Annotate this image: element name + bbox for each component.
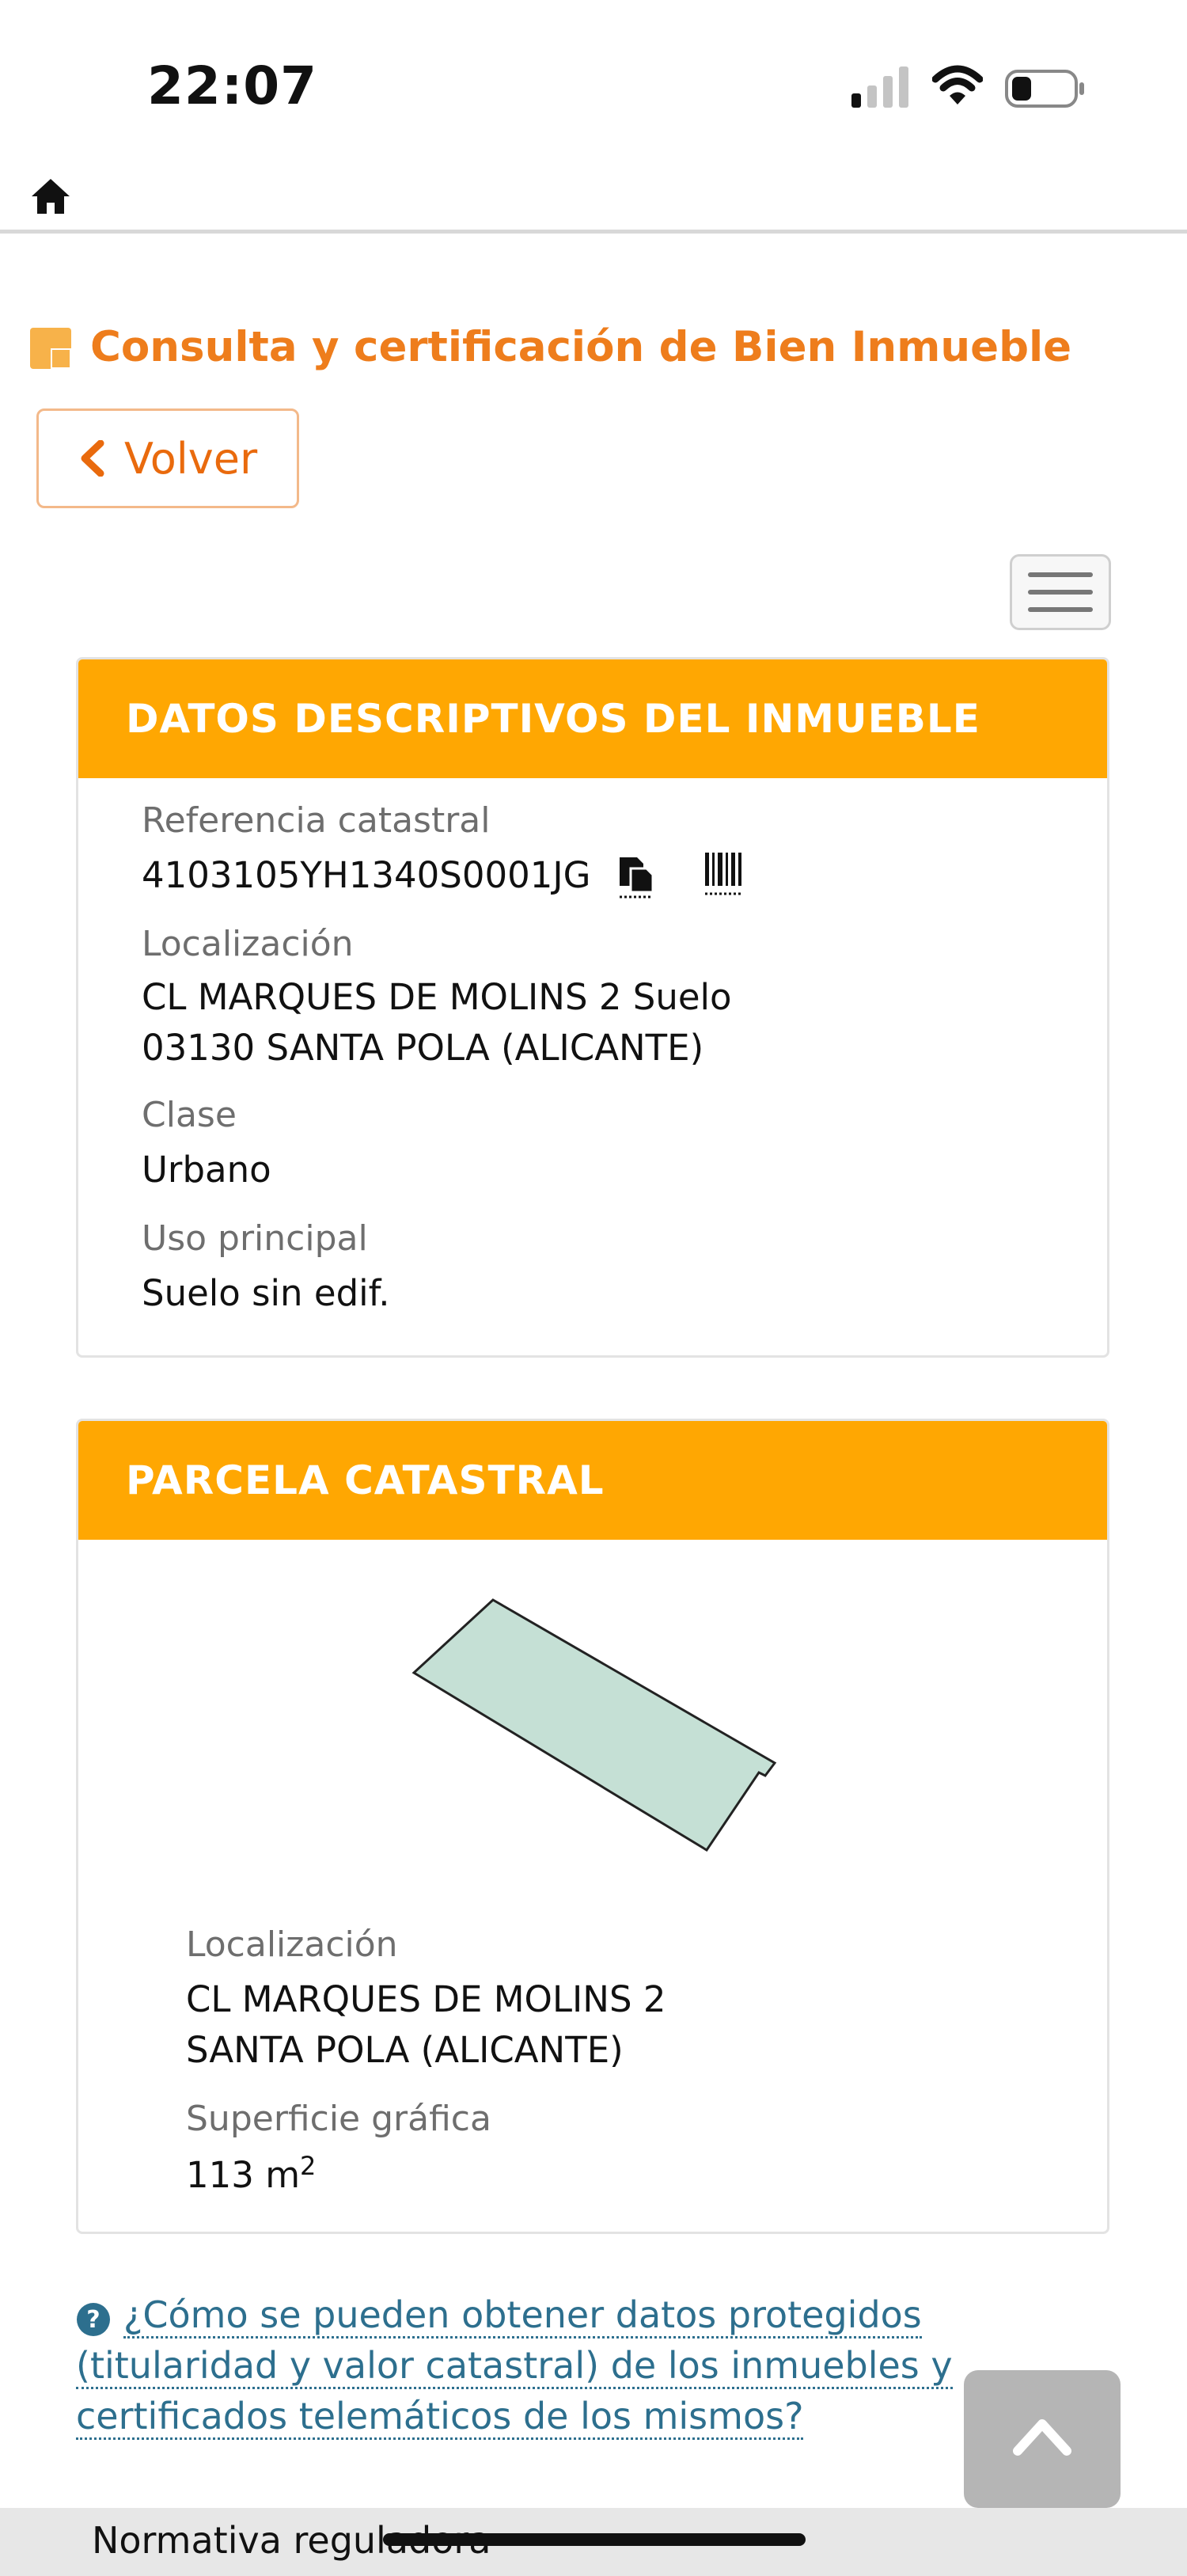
document-icon [30,328,71,369]
chevron-left-icon [81,440,104,477]
back-button-label: Volver [124,433,258,484]
back-button[interactable]: Volver [36,408,299,508]
class-label: Clase [142,1095,237,1135]
scroll-to-top-button[interactable] [964,2370,1121,2508]
battery-icon [1005,70,1084,108]
location-label: Localización [142,924,354,964]
cadastral-parcel-card: PARCELA CATASTRAL Localización CL MARQUE… [76,1419,1109,2234]
main-use-value: Suelo sin edif. [142,1272,390,1314]
descriptive-card-heading: DATOS DESCRIPTIVOS DEL INMUEBLE [78,659,1107,778]
status-time: 22:07 [147,55,318,116]
cadastral-ref-label: Referencia catastral [142,800,491,841]
home-indicator [383,2533,806,2546]
parcel-shape-map[interactable] [411,1587,791,1872]
hamburger-menu-button[interactable] [1010,554,1111,630]
page-title: Consulta y certificación de Bien Inmuebl… [90,323,1072,371]
location-line-1: CL MARQUES DE MOLINS 2 Suelo [142,976,732,1018]
class-value: Urbano [142,1149,271,1191]
main-use-label: Uso principal [142,1218,368,1259]
parcel-card-heading: PARCELA CATASTRAL [78,1421,1107,1540]
parcel-location-line-1: CL MARQUES DE MOLINS 2 [186,1978,666,2020]
cellular-signal-icon [851,66,908,108]
wifi-icon [932,65,983,104]
copy-icon[interactable] [616,854,656,899]
location-line-2: 03130 SANTA POLA (ALICANTE) [142,1027,704,1069]
home-icon[interactable] [30,177,71,215]
parcel-location-label: Localización [186,1924,398,1965]
parcel-location-line-2: SANTA POLA (ALICANTE) [186,2029,624,2071]
chevron-up-icon [1013,2419,1071,2456]
protected-data-help-link[interactable]: ¿Cómo se pueden obtener datos protegidos… [76,2289,994,2441]
surface-value: 113 m2 [186,2151,317,2196]
cadastral-ref-value: 4103105YH1340S0001JG [142,854,591,896]
barcode-icon[interactable] [703,851,743,895]
header-divider [0,230,1187,234]
descriptive-data-card: DATOS DESCRIPTIVOS DEL INMUEBLE Referenc… [76,657,1109,1358]
surface-label: Superficie gráfica [186,2099,491,2139]
